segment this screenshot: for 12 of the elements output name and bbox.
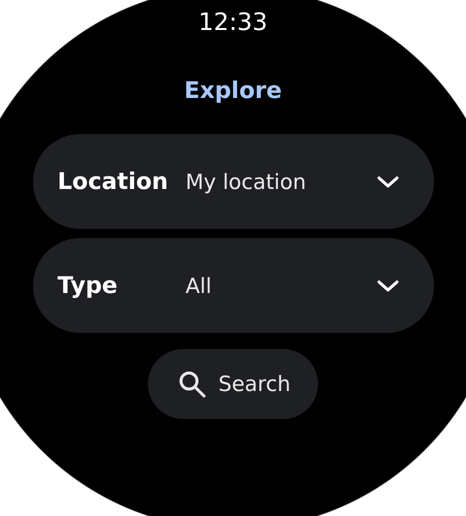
- filter-label: Type: [58, 272, 119, 298]
- chevron-down-icon: [376, 174, 400, 188]
- filter-value: All: [186, 274, 213, 298]
- filter-value: My location: [186, 170, 308, 194]
- clock-time: 12:33: [198, 7, 268, 38]
- search-button[interactable]: Search: [148, 349, 318, 419]
- filter-label: Location: [58, 168, 170, 194]
- filter-dropdown[interactable]: Type All: [32, 238, 434, 333]
- chevron-down-icon: [376, 278, 400, 292]
- filter-dropdown[interactable]: Location My location: [32, 134, 434, 229]
- screen-title: Explore: [184, 77, 282, 106]
- search-icon: [178, 370, 206, 398]
